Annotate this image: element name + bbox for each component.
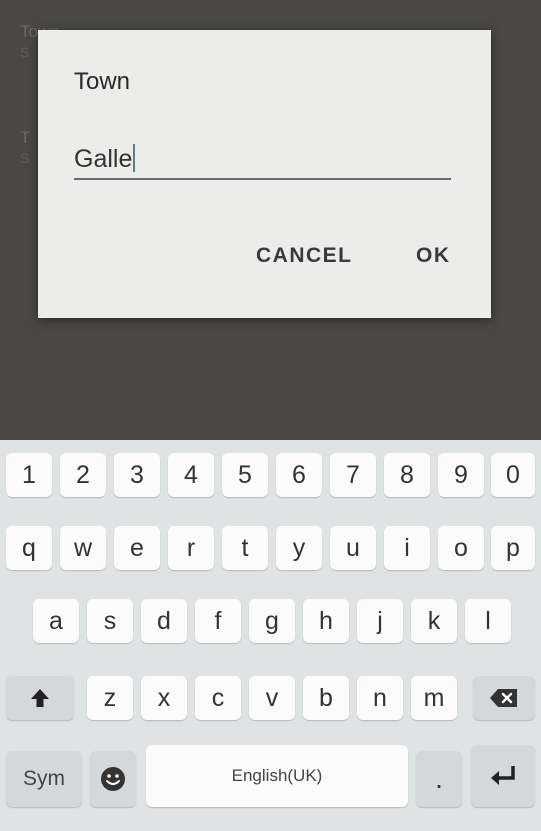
town-input[interactable]: Galle — [74, 144, 451, 180]
emoji-key[interactable] — [90, 751, 136, 807]
backspace-icon — [490, 689, 517, 707]
sym-key[interactable]: Sym — [6, 751, 82, 807]
cancel-button[interactable]: CANCEL — [250, 240, 359, 272]
key-7[interactable]: 7 — [330, 453, 376, 497]
key-a[interactable]: a — [33, 599, 79, 643]
background-item-title: T — [20, 128, 31, 147]
key-u[interactable]: u — [330, 526, 376, 570]
key-z[interactable]: z — [87, 676, 133, 720]
key-k[interactable]: k — [411, 599, 457, 643]
key-h[interactable]: h — [303, 599, 349, 643]
key-f[interactable]: f — [195, 599, 241, 643]
key-x[interactable]: x — [141, 676, 187, 720]
ok-button[interactable]: OK — [410, 240, 457, 272]
key-4[interactable]: 4 — [168, 453, 214, 497]
key-d[interactable]: d — [141, 599, 187, 643]
town-input-value: Galle — [74, 145, 133, 173]
soft-keyboard: 1 2 3 4 5 6 7 8 9 0 q w e r t y u i o p … — [0, 440, 541, 831]
background-list-item: T S — [20, 128, 30, 166]
key-i[interactable]: i — [384, 526, 430, 570]
key-m[interactable]: m — [411, 676, 457, 720]
shift-key[interactable] — [6, 676, 74, 720]
enter-return-icon — [491, 766, 515, 785]
key-6[interactable]: 6 — [276, 453, 322, 497]
key-0[interactable]: 0 — [491, 453, 535, 497]
key-t[interactable]: t — [222, 526, 268, 570]
key-8[interactable]: 8 — [384, 453, 430, 497]
dialog-title: Town — [74, 68, 131, 95]
input-underline — [74, 178, 451, 180]
backspace-key[interactable] — [473, 676, 535, 720]
key-p[interactable]: p — [491, 526, 535, 570]
key-q[interactable]: q — [6, 526, 52, 570]
key-b[interactable]: b — [303, 676, 349, 720]
key-1[interactable]: 1 — [6, 453, 52, 497]
key-c[interactable]: c — [195, 676, 241, 720]
text-cursor — [133, 144, 136, 172]
space-bar[interactable]: English(UK) — [146, 745, 408, 807]
key-l[interactable]: l — [465, 599, 511, 643]
key-w[interactable]: w — [60, 526, 106, 570]
key-9[interactable]: 9 — [438, 453, 484, 497]
key-2[interactable]: 2 — [60, 453, 106, 497]
key-o[interactable]: o — [438, 526, 484, 570]
key-g[interactable]: g — [249, 599, 295, 643]
key-n[interactable]: n — [357, 676, 403, 720]
enter-key[interactable] — [471, 745, 535, 807]
key-s[interactable]: s — [87, 599, 133, 643]
key-j[interactable]: j — [357, 599, 403, 643]
period-key[interactable]: . — [416, 751, 462, 807]
key-5[interactable]: 5 — [222, 453, 268, 497]
key-e[interactable]: e — [114, 526, 160, 570]
key-3[interactable]: 3 — [114, 453, 160, 497]
key-v[interactable]: v — [249, 676, 295, 720]
key-r[interactable]: r — [168, 526, 214, 570]
shift-arrow-icon — [31, 689, 49, 707]
key-y[interactable]: y — [276, 526, 322, 570]
emoji-smiley-icon — [101, 767, 125, 791]
edit-town-dialog: Town Galle CANCEL OK — [38, 30, 491, 318]
background-item-subtitle: S — [20, 150, 30, 166]
